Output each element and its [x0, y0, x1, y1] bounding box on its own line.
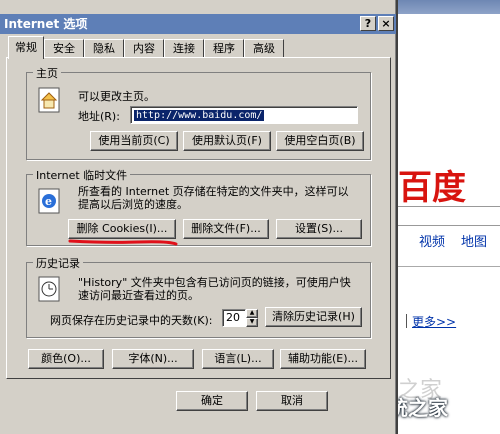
link-video[interactable]: 视频 [419, 231, 445, 250]
history-days-input[interactable]: 20 [222, 309, 246, 327]
svg-text:e: e [45, 195, 52, 208]
tab-security[interactable]: 安全 [44, 39, 84, 58]
annotation-underline [68, 239, 178, 246]
home-address-input[interactable]: http://www.baidu.com/ [130, 106, 358, 124]
tab-advanced[interactable]: 高级 [244, 39, 284, 58]
help-button[interactable]: ? [360, 16, 376, 31]
background-divider [406, 314, 407, 328]
tab-connections[interactable]: 连接 [164, 39, 204, 58]
colors-button[interactable]: 颜色(O)... [28, 349, 104, 369]
home-page-legend: 主页 [33, 65, 61, 81]
days-down-arrow-icon[interactable]: ▼ [246, 318, 258, 327]
use-default-page-button[interactable]: 使用默认页(F) [183, 131, 271, 151]
temp-files-icon: e [38, 188, 60, 214]
cancel-button[interactable]: 取消 [256, 391, 328, 411]
days-up-arrow-icon[interactable]: ▲ [246, 309, 258, 318]
history-legend: 历史记录 [33, 255, 83, 271]
clear-history-button[interactable]: 清除历史记录(H) [265, 307, 362, 327]
ok-button[interactable]: 确定 [176, 391, 248, 411]
tab-privacy[interactable]: 隐私 [84, 39, 124, 58]
languages-button[interactable]: 语言(L)... [202, 349, 274, 369]
home-page-icon [38, 87, 60, 113]
baidu-logo: 百度 [398, 168, 466, 208]
settings-button[interactable]: 设置(S)... [276, 219, 362, 239]
fonts-button[interactable]: 字体(N)... [112, 349, 194, 369]
temp-files-legend: Internet 临时文件 [33, 167, 131, 183]
tab-general[interactable]: 常规 [8, 36, 44, 59]
history-icon [38, 276, 60, 302]
use-blank-page-button[interactable]: 使用空白页(B) [276, 131, 364, 151]
accessibility-button[interactable]: 辅助功能(E)... [280, 349, 366, 369]
delete-cookies-button[interactable]: 删除 Cookies(I)... [68, 219, 176, 239]
tab-programs[interactable]: 程序 [204, 39, 244, 58]
temp-files-description-2: 提高以后浏览的速度。 [78, 198, 188, 211]
close-button[interactable]: × [378, 16, 394, 31]
link-more[interactable]: 更多>> [412, 313, 456, 330]
history-days-label: 网页保存在历史记录中的天数(K): [50, 314, 213, 327]
link-map[interactable]: 地图 [461, 231, 487, 250]
dialog-title: Internet 选项 [0, 14, 396, 34]
history-description-2: 速访问最近查看过的页。 [78, 289, 199, 302]
internet-options-dialog: Internet 选项 ? × 常规 安全 隐私 内容 连接 程序 高级 主页 … [0, 0, 398, 434]
address-label: 地址(R): [78, 110, 120, 123]
delete-files-button[interactable]: 删除文件(F)... [183, 219, 269, 239]
home-address-value: http://www.baidu.com/ [134, 110, 265, 121]
use-current-page-button[interactable]: 使用当前页(C) [90, 131, 178, 151]
tab-content[interactable]: 内容 [124, 39, 164, 58]
home-page-description: 可以更改主页。 [78, 90, 155, 103]
